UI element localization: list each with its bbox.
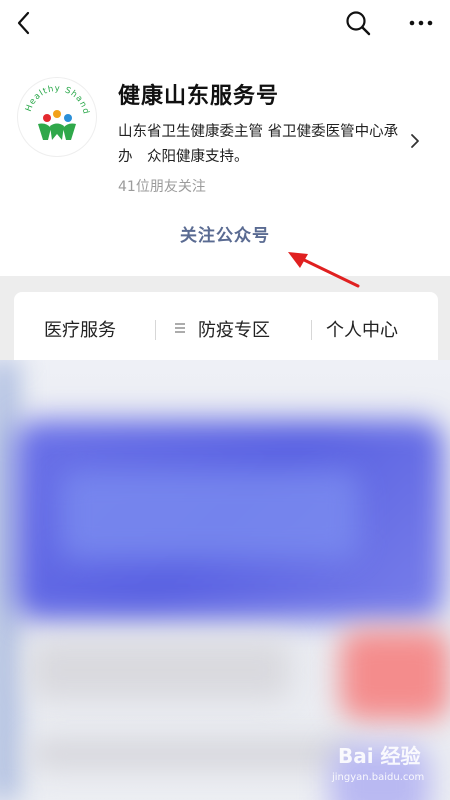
chevron-right-icon[interactable] (408, 132, 422, 150)
menu-item-personal-center[interactable]: 个人中心 (326, 316, 398, 342)
blurred-banner-inner (60, 470, 360, 560)
account-header: Healthy Shandong 健康山东服务号 山东省卫生健康委主管 省卫健委… (0, 0, 450, 276)
blurred-content (0, 360, 450, 800)
watermark-url: jingyan.baidu.com (332, 772, 425, 783)
menu-item-medical-service[interactable]: 医疗服务 (44, 316, 116, 342)
menu-item-label: 个人中心 (326, 320, 398, 341)
watermark: Bai 经验 (338, 744, 421, 768)
svg-text:Healthy Shandong: Healthy Shandong (18, 78, 91, 116)
menu-divider (155, 320, 156, 340)
followers-count: 41位朋友关注 (118, 179, 206, 195)
chevron-left-icon[interactable] (9, 8, 39, 38)
follow-button[interactable]: 关注公众号 (160, 220, 290, 252)
blurred-row (30, 740, 360, 768)
menu-item-epidemic-zone[interactable]: 防疫专区 (174, 316, 270, 342)
account-description: 山东省卫生健康委主管 省卫健委医管中心承办 众阳健康支持。 (118, 124, 399, 165)
account-name: 健康山东服务号 (118, 84, 280, 109)
account-logo: Healthy Shandong (18, 78, 96, 156)
menu-divider (311, 320, 312, 340)
service-menu: 医疗服务 防疫专区 个人中心 (14, 292, 438, 362)
menu-item-label: 防疫专区 (198, 320, 270, 341)
blurred-row (30, 640, 290, 700)
menu-item-label: 医疗服务 (44, 320, 116, 341)
more-icon[interactable] (406, 8, 436, 38)
search-icon[interactable] (343, 8, 373, 38)
annotation-arrow-icon (288, 252, 360, 288)
blurred-pink-tile (340, 630, 450, 720)
